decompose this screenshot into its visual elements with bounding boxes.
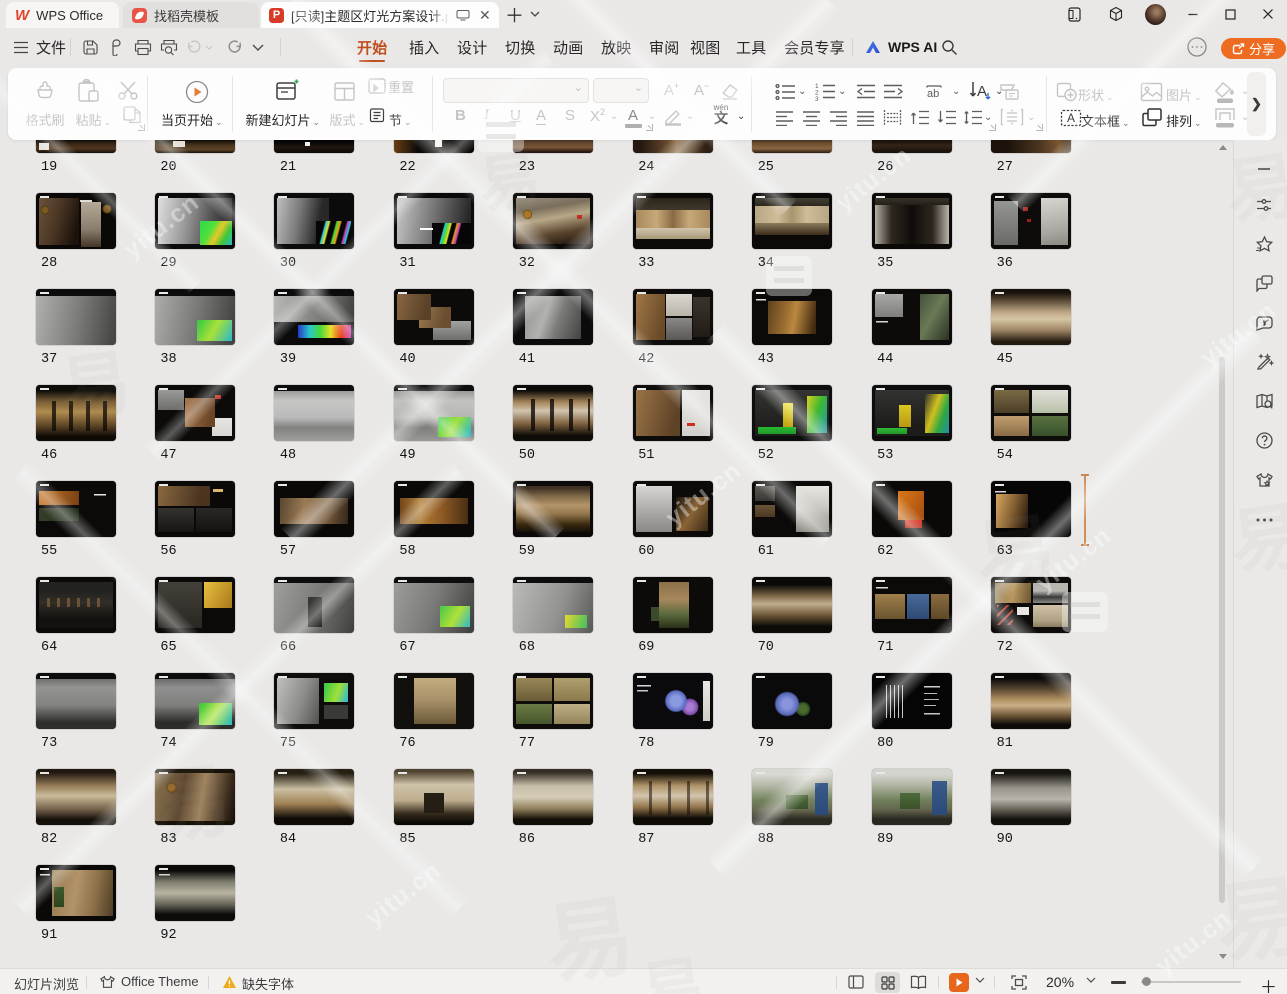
svg-text:A: A [977,83,987,100]
svg-text:3: 3 [815,96,819,101]
svg-text:ab: ab [927,88,939,100]
